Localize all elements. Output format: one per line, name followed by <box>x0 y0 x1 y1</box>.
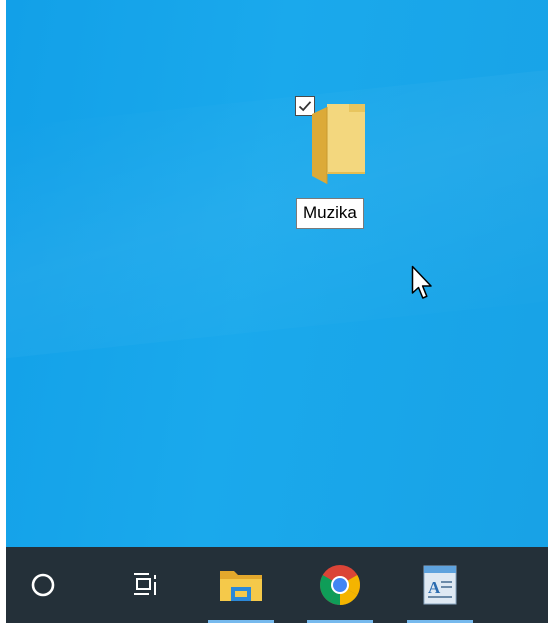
taskbar-wordpad-button[interactable]: A <box>403 547 477 623</box>
folder-icon <box>312 104 365 184</box>
taskbar-file-explorer-button[interactable] <box>204 547 278 623</box>
wordpad-icon: A <box>423 565 457 605</box>
wallpaper-light-ray <box>6 59 548 361</box>
desktop-icon-muzika[interactable]: Muzika <box>290 92 400 237</box>
screen: Muzika A <box>0 0 548 623</box>
cortana-search-icon <box>31 573 55 597</box>
desktop-icon-label[interactable]: Muzika <box>296 198 364 229</box>
taskbar: A <box>6 547 548 623</box>
file-explorer-icon <box>220 571 262 601</box>
taskbar-task-view-button[interactable] <box>110 547 184 623</box>
taskbar-chrome-button[interactable] <box>303 547 377 623</box>
chrome-icon <box>320 565 360 605</box>
taskbar-search-button[interactable] <box>6 547 80 623</box>
desktop[interactable]: Muzika <box>6 0 548 547</box>
task-view-icon <box>134 573 156 595</box>
svg-text:A: A <box>428 578 441 597</box>
mouse-pointer-icon <box>411 265 432 299</box>
